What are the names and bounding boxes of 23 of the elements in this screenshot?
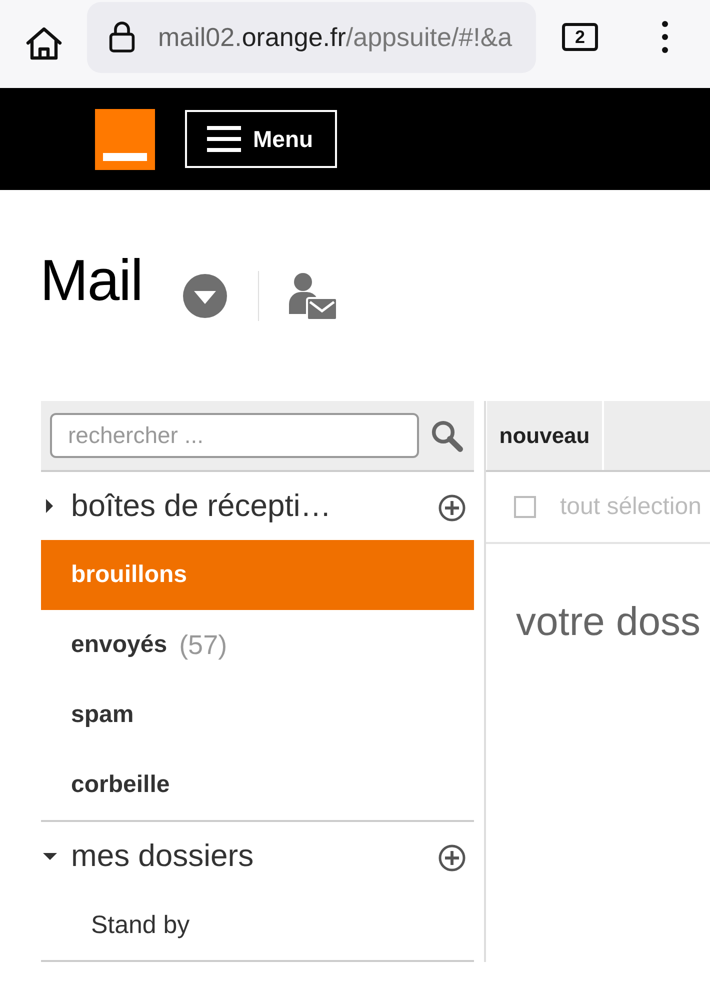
url-text: mail02.orange.fr/appsuite/#!&a — [158, 22, 512, 52]
folder-item[interactable]: Stand by — [41, 890, 474, 960]
add-folder-icon[interactable] — [438, 494, 466, 522]
select-all-checkbox[interactable] — [514, 496, 536, 518]
menu-button[interactable]: Menu — [185, 110, 337, 168]
folder-item[interactable]: envoyés (57) — [41, 610, 474, 680]
add-folder-icon[interactable] — [438, 844, 466, 872]
logo-icon[interactable] — [95, 108, 155, 170]
search-field[interactable]: rechercher ... — [50, 413, 419, 458]
tab-count-button[interactable]: 2 — [562, 23, 598, 51]
more-icon[interactable] — [661, 20, 669, 54]
folder-item[interactable]: spam — [41, 680, 474, 750]
folder-section-title[interactable]: boîtes de récepti… — [71, 488, 332, 524]
menu-icon — [207, 125, 241, 153]
folder-section-title[interactable]: mes dossiers — [71, 838, 254, 874]
new-button[interactable]: nouveau — [486, 401, 604, 470]
empty-folder-message: votre doss — [516, 600, 702, 645]
dropdown-icon[interactable] — [182, 272, 228, 318]
address-bar[interactable]: mail02.orange.fr/appsuite/#!&a — [87, 2, 536, 72]
search-icon[interactable] — [431, 420, 463, 452]
app-title: Mail — [40, 247, 142, 314]
lock-icon — [108, 20, 136, 54]
folder-item[interactable]: corbeille — [41, 750, 474, 820]
